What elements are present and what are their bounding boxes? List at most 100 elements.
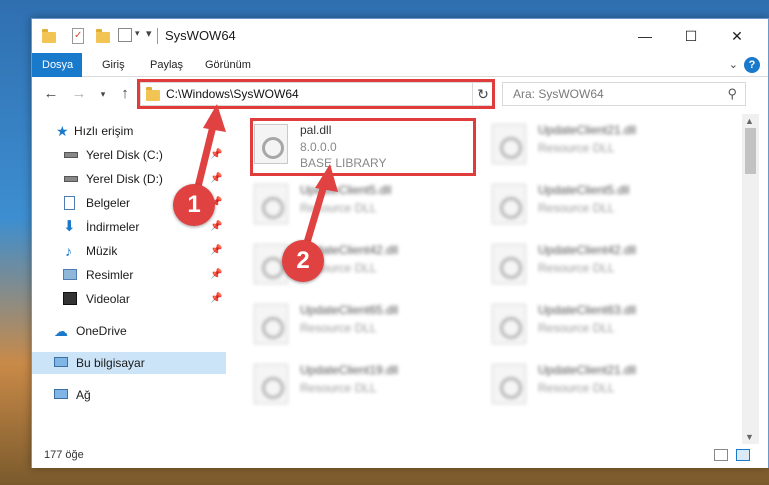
music-icon: ♪ [65, 243, 72, 259]
forward-button[interactable]: → [70, 84, 88, 104]
file-description: Resource DLL [538, 381, 615, 395]
sidebar-item-label: Belgeler [86, 196, 131, 210]
sidebar-item-label: Müzik [86, 244, 118, 258]
pin-icon[interactable]: 📌 [210, 264, 222, 286]
file-item[interactable]: UpdateClient21.dll Resource DLL [486, 118, 716, 174]
file-name: UpdateClient63.dll [538, 303, 637, 317]
file-version: 8.0.0.0 [300, 140, 337, 154]
address-row: ← → ▾ ↑ C:\Windows\SysWOW64 ⌄ ↻ Ara: Sys… [32, 78, 768, 110]
vertical-scrollbar[interactable]: ▲ ▼ [742, 114, 759, 444]
file-item[interactable]: UpdateClient21.dll Resource DLL [486, 358, 716, 414]
sidebar-item-label: OneDrive [76, 324, 127, 338]
help-icon[interactable]: ? [744, 57, 760, 73]
star-icon: ★ [56, 123, 69, 139]
item-count: 177 öğe [44, 449, 84, 461]
sidebar-item-label: İndirmeler [86, 220, 140, 234]
pin-icon[interactable]: 📌 [210, 168, 222, 190]
dll-file-icon [254, 184, 288, 224]
dll-file-icon [492, 184, 526, 224]
sidebar-item-quick-access[interactable]: ★ Hızlı erişim [32, 120, 226, 142]
file-name: UpdateClient42.dll [538, 243, 637, 257]
dll-file-icon [254, 124, 288, 164]
sidebar-item-label: Yerel Disk (C:) [86, 148, 163, 162]
address-bar[interactable]: C:\Windows\SysWOW64 ⌄ [140, 82, 490, 106]
ribbon-tabs: Dosya Giriş Paylaş Görünüm ⌄ ? [32, 53, 768, 77]
file-item[interactable]: UpdateClient63.dll Resource DLL [486, 298, 716, 354]
details-view-icon[interactable] [714, 449, 728, 461]
tab-dosya[interactable]: Dosya [32, 53, 82, 77]
file-name: UpdateClient21.dll [538, 123, 637, 137]
file-item[interactable]: UpdateClient42.dll Resource DLL [486, 238, 716, 294]
scroll-thumb[interactable] [745, 128, 756, 174]
minimize-button[interactable]: — [622, 19, 668, 53]
drive-icon [64, 176, 78, 182]
customize-qat-icon[interactable] [118, 28, 132, 42]
sidebar-item-label: Bu bilgisayar [76, 356, 145, 370]
forward-arrow-icon: → [71, 85, 87, 102]
maximize-button[interactable]: ☐ [668, 19, 714, 53]
chevron-down-icon[interactable]: ▾ [135, 28, 140, 39]
refresh-icon: ↻ [477, 86, 489, 102]
file-item[interactable]: UpdateClient5.dll Resource DLL [248, 178, 478, 234]
pin-icon[interactable]: 📌 [210, 288, 222, 310]
file-item-pal-dll[interactable]: pal.dll 8.0.0.0 BASE LIBRARY [248, 118, 478, 174]
search-input[interactable]: Ara: SysWOW64 ⚲ [502, 82, 746, 106]
video-icon [63, 292, 77, 305]
search-placeholder: Ara: SysWOW64 [513, 87, 604, 101]
tab-paylas[interactable]: Paylaş [140, 53, 193, 77]
scroll-down-icon[interactable]: ▼ [745, 432, 754, 442]
window-title: SysWOW64 [165, 28, 236, 43]
scroll-up-icon[interactable]: ▲ [745, 116, 754, 126]
sidebar-item-music[interactable]: ♪ Müzik 📌 [32, 240, 226, 262]
file-description: Resource DLL [538, 261, 615, 275]
file-name: UpdateClient65.dll [300, 303, 399, 317]
file-description: BASE LIBRARY [300, 156, 387, 170]
file-item[interactable]: UpdateClient19.dll Resource DLL [248, 358, 478, 414]
file-item[interactable]: UpdateClient65.dll Resource DLL [248, 298, 478, 354]
explorer-window: ✓ ▾ ▾ SysWOW64 — ☐ ✕ Dosya Giriş Paylaş … [31, 18, 769, 468]
status-bar: 177 öğe [32, 444, 768, 468]
sidebar-item-network[interactable]: Ağ [32, 384, 226, 406]
computer-icon [54, 357, 68, 367]
drive-icon [64, 152, 78, 158]
sidebar-item-this-pc[interactable]: Bu bilgisayar [32, 352, 226, 374]
callout-badge-1: 1 [173, 184, 215, 226]
pictures-icon [63, 269, 77, 280]
network-icon [54, 389, 68, 399]
sidebar-item-onedrive[interactable]: ☁ OneDrive [32, 320, 226, 342]
close-button[interactable]: ✕ [714, 19, 760, 53]
recent-locations-button[interactable]: ▾ [94, 84, 112, 104]
pin-icon[interactable]: 📌 [210, 144, 222, 166]
sidebar-item-label: Ağ [76, 388, 91, 402]
sidebar-item-videos[interactable]: Videolar 📌 [32, 288, 226, 310]
download-icon: ⬇ [63, 218, 76, 235]
sidebar-item-pictures[interactable]: Resimler 📌 [32, 264, 226, 286]
large-icons-view-icon[interactable] [736, 449, 750, 461]
search-icon: ⚲ [727, 86, 737, 101]
tab-gorunum[interactable]: Görünüm [195, 53, 261, 77]
file-name: pal.dll [300, 123, 332, 137]
sidebar-item-drive-c[interactable]: Yerel Disk (C:) 📌 [32, 144, 226, 166]
file-description: Resource DLL [538, 141, 615, 155]
new-folder-icon[interactable] [96, 29, 110, 43]
refresh-button[interactable]: ↻ [472, 82, 494, 106]
back-button[interactable]: ← [42, 84, 60, 104]
dll-file-icon [492, 124, 526, 164]
file-name: UpdateClient19.dll [300, 363, 399, 377]
file-description: Resource DLL [300, 321, 377, 335]
expand-ribbon-icon[interactable]: ⌄ [729, 58, 738, 71]
up-button[interactable]: ↑ [116, 84, 134, 104]
file-description: Resource DLL [300, 201, 377, 215]
file-item[interactable]: UpdateClient5.dll Resource DLL [486, 178, 716, 234]
sidebar-item-label: Yerel Disk (D:) [86, 172, 163, 186]
cloud-icon: ☁ [54, 323, 68, 339]
address-path: C:\Windows\SysWOW64 [166, 87, 299, 101]
pin-icon[interactable]: 📌 [210, 240, 222, 262]
navigation-pane: ★ Hızlı erişim Yerel Disk (C:) 📌 Yerel D… [32, 114, 226, 434]
pin-icon[interactable]: 📌 [210, 216, 222, 238]
file-name: UpdateClient21.dll [538, 363, 637, 377]
pin-down-icon[interactable]: ▾ [146, 27, 152, 40]
tab-giris[interactable]: Giriş [92, 53, 135, 77]
sidebar-item-label: Hızlı erişim [74, 124, 134, 138]
properties-icon[interactable]: ✓ [72, 28, 84, 44]
